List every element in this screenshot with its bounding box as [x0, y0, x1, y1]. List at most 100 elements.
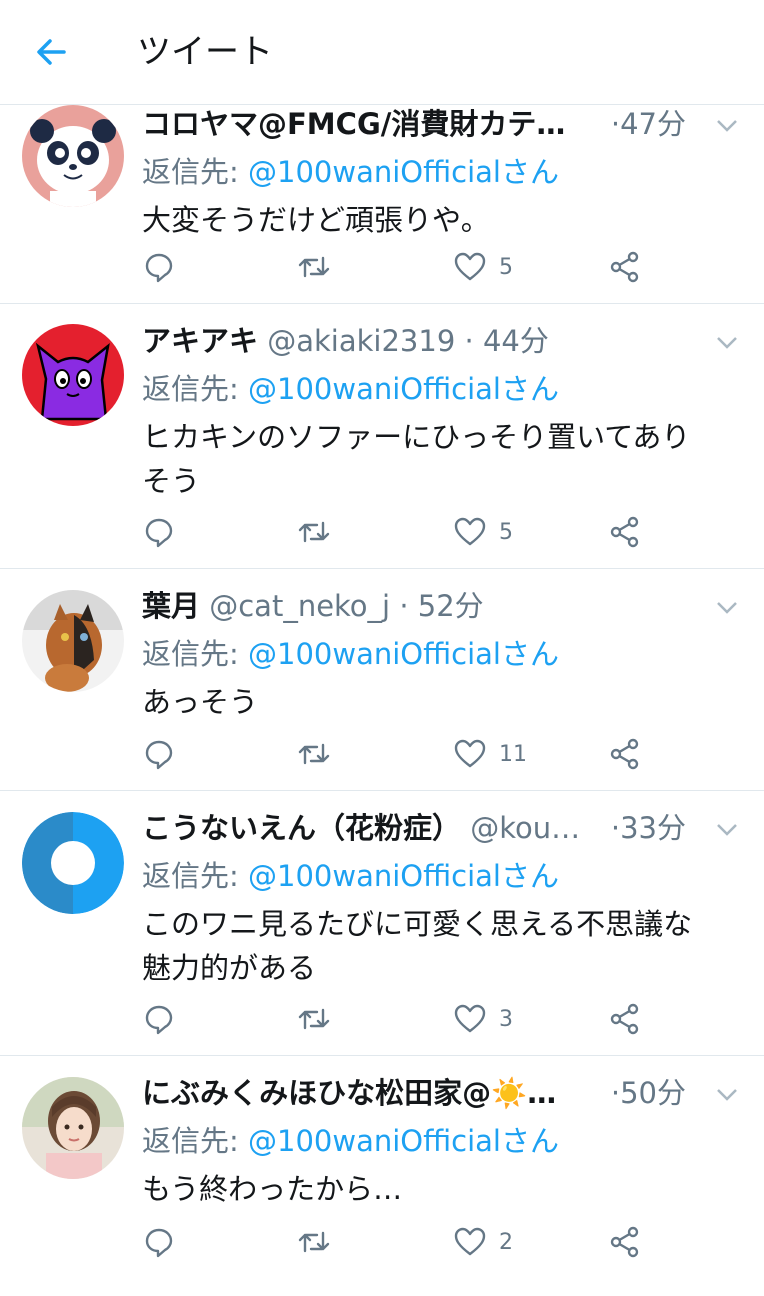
chevron-down-icon[interactable] [710, 590, 744, 624]
retweet-icon [298, 743, 330, 765]
display-name[interactable]: にぶみくみほひな松田家@☀️… [142, 1076, 556, 1110]
reply-icon [145, 740, 173, 770]
retweet-icon [298, 521, 330, 543]
user-handle[interactable]: @cat_neko_j [209, 589, 390, 623]
user-handle[interactable]: @kou… [470, 811, 580, 845]
retweet-button[interactable] [297, 510, 331, 554]
user-handle[interactable]: @akiaki2319 [267, 324, 455, 358]
reply-icon [145, 1228, 173, 1258]
tweet-item[interactable]: にぶみくみほひな松田家@☀️… ·50分 返信先: @100waniOffici… [0, 1056, 764, 1296]
timestamp[interactable]: 47分 [620, 107, 686, 141]
like-button[interactable]: 3 [453, 997, 513, 1041]
reply-prefix: 返信先: [142, 372, 239, 406]
tweet-text: ヒカキンのソファーにひっそり置いてあり そう [142, 415, 744, 503]
tweet-content: アキアキ @akiaki2319 · 44分 返信先: @100waniOffi… [142, 317, 744, 503]
share-button[interactable] [607, 510, 641, 554]
like-count: 2 [499, 1229, 513, 1255]
tweet-text-line: あっそう [142, 685, 259, 719]
tweet-text: このワニ見るたびに可愛く思える不思議な 魅力的がある [142, 902, 744, 990]
tweet-actions: 11 [142, 732, 672, 776]
reply-context: 返信先: @100waniOfficialさん [142, 852, 744, 900]
like-count: 3 [499, 1006, 513, 1032]
tweet-header: こうないえん（花粉症） @kou… ·33分 [142, 804, 744, 852]
reply-icon [145, 518, 173, 548]
chevron-down-icon[interactable] [710, 108, 744, 142]
share-icon [610, 1226, 639, 1258]
avatar[interactable] [22, 324, 124, 426]
share-button[interactable] [607, 1220, 641, 1264]
back-arrow-icon[interactable] [30, 30, 74, 74]
separator-dot: · [610, 1076, 621, 1110]
display-name[interactable]: 葉月 [142, 589, 200, 623]
page-title: ツイート [137, 32, 273, 72]
retweet-button[interactable] [297, 1220, 331, 1264]
tweet-text-line: 魅力的がある [142, 951, 317, 985]
tweet-actions: 5 [142, 510, 672, 554]
reply-context: 返信先: @100waniOfficialさん [142, 365, 744, 413]
reply-to-link[interactable]: @100waniOfficialさん [248, 1124, 559, 1158]
retweet-button[interactable] [297, 245, 331, 289]
tweet-text-line: もう終わったから… [142, 1172, 403, 1206]
reply-feed: コロヤマ@FMCG/消費財カテ… · 47分 返信先: @100waniOffic… [0, 105, 764, 1296]
reply-to-link[interactable]: @100waniOfficialさん [248, 637, 559, 671]
tweet-item[interactable]: アキアキ @akiaki2319 · 44分 返信先: @100waniOffi… [0, 304, 764, 569]
reply-button[interactable] [142, 732, 176, 776]
retweet-icon [298, 256, 330, 278]
tweet-item[interactable]: 葉月 @cat_neko_j · 52分 返信先: @100waniOffici… [0, 569, 764, 791]
tweet-header: コロヤマ@FMCG/消費財カテ… ·47分 [142, 100, 744, 148]
reply-to-link[interactable]: @100waniOfficialさん [248, 372, 559, 406]
reply-to-link[interactable]: @100waniOfficialさん [248, 859, 559, 893]
like-button[interactable]: 2 [453, 1220, 513, 1264]
heart-icon [454, 1227, 486, 1256]
reply-button[interactable] [142, 245, 176, 289]
timestamp[interactable]: 52分 [418, 589, 484, 623]
tweet-text: あっそう [142, 680, 744, 724]
display-name[interactable]: こうないえん（花粉症） [142, 811, 461, 845]
avatar[interactable] [22, 590, 124, 692]
timestamp[interactable]: 44分 [483, 324, 549, 358]
display-name[interactable]: コロヤマ@FMCG/消費財カテ… [142, 107, 565, 141]
like-button[interactable]: 5 [453, 245, 513, 289]
separator-dot: · [610, 811, 621, 845]
like-count: 11 [499, 741, 527, 767]
display-name[interactable]: アキアキ [142, 324, 258, 358]
reply-prefix: 返信先: [142, 637, 239, 671]
share-button[interactable] [607, 245, 641, 289]
like-button[interactable]: 5 [453, 510, 513, 554]
share-button[interactable] [607, 732, 641, 776]
chevron-down-icon[interactable] [710, 325, 744, 359]
tweet-item[interactable]: こうないえん（花粉症） @kou… ·33分 返信先: @100waniOffi… [0, 791, 764, 1056]
separator-dot: · [399, 589, 409, 623]
retweet-button[interactable] [297, 997, 331, 1041]
reply-button[interactable] [142, 510, 176, 554]
heart-icon [454, 739, 486, 768]
avatar[interactable] [22, 105, 124, 207]
heart-icon [454, 252, 486, 281]
reply-to-link[interactable]: @100waniOfficialさん [248, 155, 559, 189]
timestamp[interactable]: 50分 [620, 1076, 686, 1110]
share-button[interactable] [607, 997, 641, 1041]
reply-prefix: 返信先: [142, 155, 239, 189]
tweet-item[interactable]: コロヤマ@FMCG/消費財カテ… ·47分 返信先: @100waniOffic… [0, 105, 764, 304]
like-button[interactable]: 11 [453, 732, 527, 776]
share-icon [610, 516, 639, 548]
avatar[interactable] [22, 1077, 124, 1179]
tweet-content: コロヤマ@FMCG/消費財カテ… ·47分 返信先: @100waniOffic… [142, 100, 744, 242]
timestamp[interactable]: 33分 [620, 811, 686, 845]
chevron-down-icon[interactable] [710, 1077, 744, 1111]
share-icon [610, 251, 639, 283]
tweet-actions: 3 [142, 997, 672, 1041]
retweet-icon [298, 1008, 330, 1030]
tweet-text-line: そう [142, 464, 201, 498]
reply-context: 返信先: @100waniOfficialさん [142, 630, 744, 678]
tweet-actions: 2 [142, 1220, 672, 1264]
chevron-down-icon[interactable] [710, 812, 744, 846]
avatar[interactable] [22, 812, 124, 914]
tweet-text-line: このワニ見るたびに可愛く思える不思議な [142, 907, 693, 941]
reply-button[interactable] [142, 997, 176, 1041]
reply-button[interactable] [142, 1220, 176, 1264]
reply-context: 返信先: @100waniOfficialさん [142, 1117, 744, 1165]
tweet-content: こうないえん（花粉症） @kou… ·33分 返信先: @100waniOffi… [142, 804, 744, 990]
retweet-button[interactable] [297, 732, 331, 776]
reply-prefix: 返信先: [142, 1124, 239, 1158]
